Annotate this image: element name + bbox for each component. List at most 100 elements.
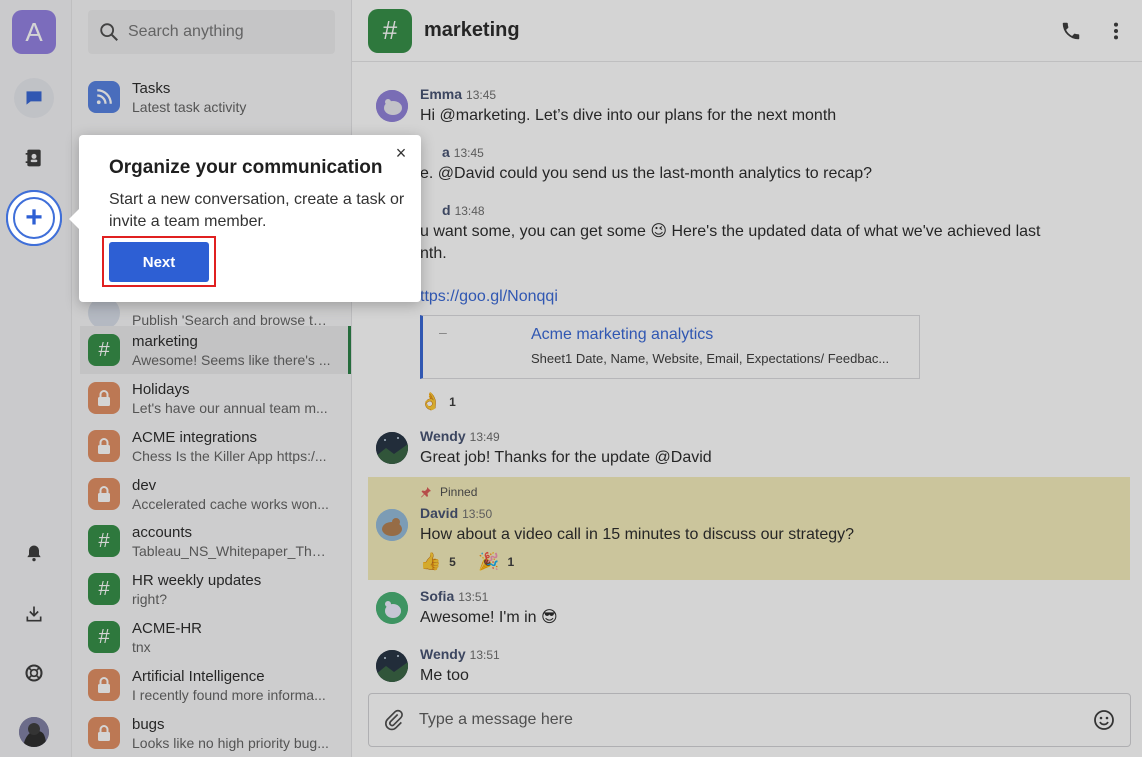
next-button[interactable]: Next xyxy=(109,242,209,282)
reaction-count: 1 xyxy=(507,555,515,569)
conversation-panel: # marketing Emma 13:45 Hi @marketing. Let… xyxy=(352,0,1142,757)
reaction-chip[interactable]: 👍 5 xyxy=(420,552,456,572)
pinned-indicator: Pinned xyxy=(420,485,477,499)
channel-list-panel: Tasks Latest task activity Publish 'Sear… xyxy=(72,0,352,757)
shared-link[interactable]: ttps://goo.gl/Nonqqi xyxy=(420,288,558,306)
close-icon[interactable]: × xyxy=(391,143,411,163)
sender-avatar[interactable] xyxy=(376,509,408,541)
message-text-continued: nth. xyxy=(420,245,447,262)
message-item: David 13:50 How about a video call in 15 … xyxy=(352,505,1142,555)
reaction-count: 5 xyxy=(449,555,456,569)
message-item: a 13:45 e. @David could you send us the l… xyxy=(352,144,1142,194)
channel-preview: Tableau_NS_Whitepaper_The_... xyxy=(132,542,332,559)
hash-icon: # xyxy=(88,621,120,653)
channel-name: accounts xyxy=(132,523,193,541)
reaction-chip[interactable]: 👌 1 xyxy=(420,392,456,412)
channel-preview: I recently found more informa... xyxy=(132,686,326,703)
message-item: Emma 13:45 Hi @marketing. Let’s dive into… xyxy=(352,86,1142,136)
lock-icon xyxy=(88,717,120,749)
link-preview-card[interactable]: – Acme marketing analytics Sheet1 Date, … xyxy=(420,315,920,379)
chats-nav-button[interactable] xyxy=(14,78,54,118)
lifebuoy-icon xyxy=(25,664,43,682)
sender-name[interactable]: d xyxy=(442,202,451,218)
conversation-header: # marketing xyxy=(352,0,1142,62)
paperclip-icon[interactable] xyxy=(383,709,405,731)
workspace-avatar[interactable]: A xyxy=(12,10,56,54)
call-button[interactable] xyxy=(1058,18,1084,44)
more-options-button[interactable] xyxy=(1103,18,1129,44)
search-box[interactable] xyxy=(88,10,335,54)
message-text: u want some, you can get some 😉 Here's t… xyxy=(420,223,1041,240)
downloads-nav-button[interactable] xyxy=(14,594,54,634)
channel-item-acme-hr[interactable]: # ACME-HR tnx xyxy=(80,613,351,661)
message-input[interactable] xyxy=(419,711,1059,729)
reactions-row: 👌 1 xyxy=(420,392,474,412)
message-time: 13:51 xyxy=(458,590,489,604)
channel-name: Tasks xyxy=(132,79,171,97)
sender-name[interactable]: Wendy xyxy=(420,646,466,662)
lock-icon xyxy=(88,669,120,701)
message-item: Sofia 13:51 Awesome! I'm in 😎 xyxy=(352,588,1142,638)
app-window: A + xyxy=(0,0,1142,757)
hash-icon: # xyxy=(368,8,412,53)
reaction-chip[interactable]: 🎉 1 xyxy=(478,552,514,572)
sender-avatar[interactable] xyxy=(376,432,408,464)
channel-item-marketing[interactable]: # marketing Awesome! Seems like there's … xyxy=(80,326,351,374)
sender-name[interactable]: a xyxy=(442,144,450,160)
contacts-book-icon xyxy=(25,149,41,167)
message-text: How about a video call in 15 minutes to … xyxy=(420,526,855,543)
hash-icon: # xyxy=(88,525,120,557)
message-time: 13:51 xyxy=(469,648,500,662)
channel-item-hr-weekly-updates[interactable]: # HR weekly updates right? xyxy=(80,565,351,613)
tooltip-body: Start a new conversation, create a task … xyxy=(109,191,405,230)
bell-icon xyxy=(27,545,41,562)
message-time: 13:45 xyxy=(453,146,484,160)
highlighted-create-button[interactable]: + xyxy=(6,190,62,246)
channel-item-acme-integrations[interactable]: ACME integrations Chess Is the Killer Ap… xyxy=(80,422,351,470)
notifications-nav-button[interactable] xyxy=(14,533,54,573)
emoji-icon[interactable] xyxy=(1092,708,1116,732)
link-preview-description: Sheet1 Date, Name, Website, Email, Expec… xyxy=(531,351,890,366)
chat-bubble-icon xyxy=(26,91,42,105)
message-text: Great job! Thanks for the update @David xyxy=(420,449,712,466)
message-item: Wendy 13:49 Great job! Thanks for the upd… xyxy=(352,428,1142,478)
sender-avatar[interactable] xyxy=(376,592,408,624)
channel-name: bugs xyxy=(132,715,165,733)
help-nav-button[interactable] xyxy=(14,653,54,693)
channel-preview: Looks like no high priority bug... xyxy=(132,734,329,751)
sender-avatar[interactable] xyxy=(376,650,408,682)
channel-item-tasks[interactable]: Tasks Latest task activity xyxy=(80,73,351,121)
ok-hand-emoji: 👌 xyxy=(420,392,442,411)
reaction-count: 1 xyxy=(449,395,456,409)
channel-name: Artificial Intelligence xyxy=(132,667,265,685)
message-item: Wendy 13:51 Me too xyxy=(352,646,1142,692)
message-text: e. @David could you send us the last-mon… xyxy=(420,165,873,182)
channel-name: HR weekly updates xyxy=(132,571,262,589)
link-preview-title[interactable]: Acme marketing analytics xyxy=(531,326,713,344)
sender-avatar[interactable] xyxy=(376,90,408,122)
search-input[interactable] xyxy=(128,23,318,41)
sender-name[interactable]: Wendy xyxy=(420,428,466,444)
message-time: 13:49 xyxy=(469,430,500,444)
party-popper-emoji: 🎉 xyxy=(478,552,500,571)
channel-item-accounts[interactable]: # accounts Tableau_NS_Whitepaper_The_... xyxy=(80,517,351,565)
contacts-nav-button[interactable] xyxy=(14,138,54,178)
sender-name[interactable]: Emma xyxy=(420,86,462,102)
user-avatar[interactable] xyxy=(19,717,49,747)
tooltip-title: Organize your communication xyxy=(109,157,383,178)
channel-name: ACME integrations xyxy=(132,428,258,446)
channel-item-bugs[interactable]: bugs Looks like no high priority bug... xyxy=(80,709,351,757)
message-item: d 13:48 u want some, you can get some 😉 H… xyxy=(352,202,1142,282)
message-text: Hi @marketing. Let’s dive into our plans… xyxy=(420,107,837,124)
channel-item-dev[interactable]: dev Accelerated cache works won... xyxy=(80,470,351,518)
message-text: Me too xyxy=(420,667,469,684)
channel-preview: Accelerated cache works won... xyxy=(132,495,329,512)
sender-name[interactable]: David xyxy=(420,505,458,521)
onboarding-tooltip: × Organize your communication Start a ne… xyxy=(69,135,421,302)
pinned-label: Pinned xyxy=(440,485,478,499)
page-title: marketing xyxy=(424,19,520,41)
channel-item-holidays[interactable]: Holidays Let's have our annual team m... xyxy=(80,374,351,422)
message-time: 13:48 xyxy=(454,204,485,218)
channel-item-artificial-intelligence[interactable]: Artificial Intelligence I recently found… xyxy=(80,661,351,709)
sender-name[interactable]: Sofia xyxy=(420,588,454,604)
